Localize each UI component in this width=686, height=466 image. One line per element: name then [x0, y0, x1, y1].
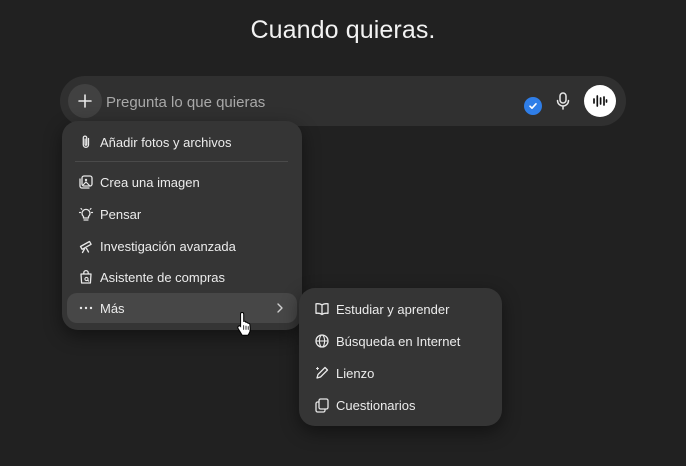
menu-item-add-files[interactable]: Añadir fotos y archivos	[67, 127, 297, 157]
globe-icon	[313, 332, 331, 350]
submenu-item-label: Estudiar y aprender	[336, 301, 450, 317]
microphone-icon	[556, 92, 570, 110]
chevron-right-icon	[277, 303, 283, 313]
menu-item-shopping[interactable]: Asistente de compras	[67, 262, 297, 292]
voice-mode-icon	[593, 95, 608, 107]
menu-item-label: Añadir fotos y archivos	[100, 134, 232, 150]
lightbulb-icon	[77, 205, 95, 223]
add-attachment-button[interactable]	[68, 84, 102, 118]
pencil-icon	[313, 364, 331, 382]
menu-item-label: Asistente de compras	[100, 269, 226, 285]
cards-icon	[313, 396, 331, 414]
prompt-input[interactable]	[106, 91, 506, 113]
attach-menu: Añadir fotos y archivos Crea una imagen …	[62, 121, 302, 330]
submenu-item-study[interactable]: Estudiar y aprender	[304, 294, 497, 324]
menu-item-think[interactable]: Pensar	[67, 199, 297, 229]
menu-item-label: Crea una imagen	[100, 174, 200, 190]
check-badge-icon	[524, 97, 542, 115]
page-headline: Cuando quieras.	[250, 16, 436, 44]
submenu-item-web-search[interactable]: Búsqueda en Internet	[304, 326, 497, 356]
submenu-item-label: Búsqueda en Internet	[336, 333, 461, 349]
paperclip-icon	[77, 133, 95, 151]
menu-item-label: Investigación avanzada	[100, 238, 236, 254]
shopping-bag-icon	[77, 268, 95, 286]
menu-item-create-image[interactable]: Crea una imagen	[67, 167, 297, 197]
submenu-item-label: Cuestionarios	[336, 397, 416, 413]
prompt-composer	[60, 76, 626, 126]
voice-mode-button[interactable]	[584, 85, 616, 117]
menu-item-more[interactable]: Más	[67, 293, 297, 323]
plus-icon	[78, 94, 92, 108]
submenu-item-quizzes[interactable]: Cuestionarios	[304, 390, 497, 420]
menu-item-label: Más	[100, 300, 125, 316]
menu-item-label: Pensar	[100, 206, 142, 222]
menu-item-deep-research[interactable]: Investigación avanzada	[67, 231, 297, 261]
page: Cuando quieras. Pregunta lo que quieras …	[0, 0, 686, 466]
submenu-item-canvas[interactable]: Lienzo	[304, 358, 497, 388]
more-submenu: Estudiar y aprender Búsqueda en Internet…	[299, 288, 502, 426]
dictation-button[interactable]	[552, 89, 574, 113]
hand-cursor-icon	[237, 312, 251, 336]
book-icon	[313, 300, 331, 318]
telescope-icon	[77, 237, 95, 255]
image-create-icon	[77, 173, 95, 191]
submenu-item-label: Lienzo	[336, 365, 375, 381]
more-dots-icon	[77, 299, 95, 317]
menu-divider	[75, 161, 288, 162]
